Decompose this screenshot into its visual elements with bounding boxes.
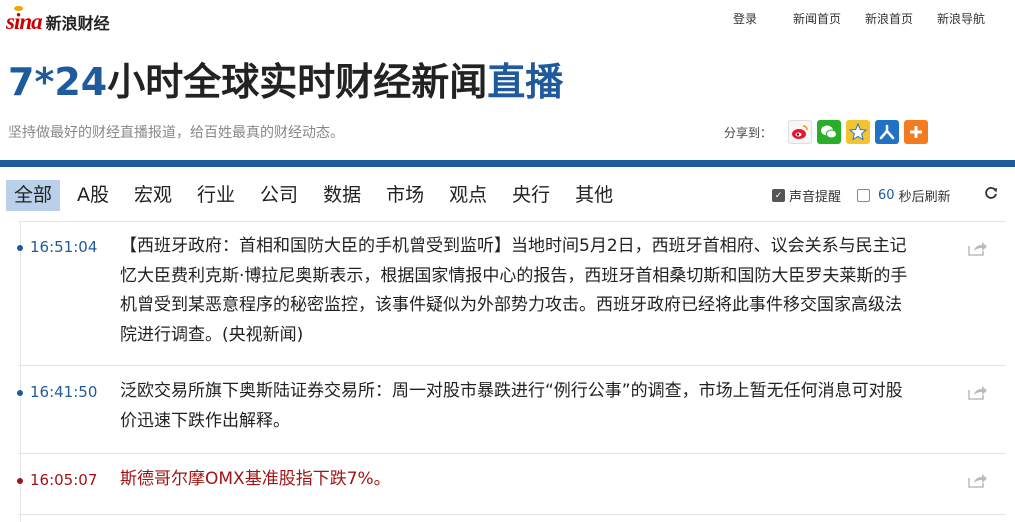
wechat-icon[interactable] (817, 120, 842, 144)
auto-refresh-checkbox[interactable] (857, 189, 871, 202)
logo-eye-icon (14, 6, 23, 11)
news-divider (18, 514, 1006, 515)
header-divider (0, 160, 1015, 167)
sound-alert-label: 声音提醒 (789, 190, 842, 205)
qzone-icon[interactable] (846, 120, 871, 144)
refresh-label: 秒后刷新 (898, 190, 951, 205)
news-home-link[interactable]: 新闻首页 (793, 10, 865, 27)
sina-nav-link[interactable]: 新浪导航 (937, 10, 1015, 27)
login-link[interactable]: 登录 (733, 10, 793, 27)
logo-cn-text: 新浪财经 (45, 14, 110, 33)
tab-market[interactable]: 市场 (378, 180, 432, 211)
tab-macro[interactable]: 宏观 (126, 180, 180, 211)
feed-top-divider (18, 221, 1006, 222)
top-links: 登录 新闻首页 新浪首页 新浪导航 (733, 10, 1015, 27)
sina-finance-logo[interactable]: sina 新浪财经 (6, 6, 110, 35)
tab-all[interactable]: 全部 (6, 180, 61, 211)
news-text: 泛欧交易所旗下奥斯陆证券交易所：周一对股市暴跌进行“例行公事”的调查，市场上暂无… (120, 381, 903, 431)
tab-other[interactable]: 其他 (567, 180, 621, 211)
timeline-dot (17, 478, 23, 484)
refresh-icon[interactable] (984, 186, 998, 204)
news-time: 16:41:50 (30, 383, 98, 401)
news-time: 16:51:04 (30, 238, 98, 256)
title-part-2: 小时全球实时财经新闻 (107, 60, 488, 104)
news-text: 斯德哥尔摩OMX基准股指下跌7%。 (120, 469, 391, 489)
feed-controls: ✓ 声音提醒 60 秒后刷新 (772, 186, 951, 205)
more-share-icon[interactable] (904, 120, 929, 144)
tab-opinion[interactable]: 观点 (441, 180, 495, 211)
refresh-seconds: 60 (878, 188, 895, 203)
timeline-dot (17, 390, 23, 396)
share-icon[interactable] (968, 240, 988, 256)
share-bar: 分享到： (724, 120, 933, 144)
renren-icon[interactable] (875, 120, 900, 144)
page-title: 7*24小时全球实时财经新闻直播 (8, 58, 563, 106)
news-text: 【西班牙政府：首相和国防大臣的手机曾受到监听】当地时间5月2日，西班牙首相府、议… (120, 236, 908, 345)
share-icon[interactable] (968, 472, 988, 488)
top-bar: sina 新浪财经 登录 新闻首页 新浪首页 新浪导航 (0, 0, 1015, 40)
news-time: 16:05:07 (30, 471, 98, 489)
weibo-icon[interactable] (788, 120, 813, 144)
tab-a-shares[interactable]: A股 (69, 180, 117, 211)
tab-industry[interactable]: 行业 (189, 180, 243, 211)
sound-alert-checkbox[interactable]: ✓ (772, 189, 785, 202)
news-divider (18, 453, 1006, 454)
title-part-3: 直播 (487, 60, 564, 104)
tab-central-bank[interactable]: 央行 (504, 180, 558, 211)
category-tabs: 全部 A股 宏观 行业 公司 数据 市场 观点 央行 其他 (6, 180, 630, 211)
title-part-1: 7*24 (8, 60, 108, 104)
tab-data[interactable]: 数据 (315, 180, 369, 211)
logo-wordmark: sina (6, 9, 43, 34)
timeline-dot (17, 245, 23, 251)
share-label: 分享到： (724, 125, 773, 140)
news-divider (18, 365, 1006, 366)
tab-company[interactable]: 公司 (252, 180, 306, 211)
slogan: 坚持做最好的财经直播报道，给百姓最真的财经动态。 (8, 125, 344, 141)
timeline-line (20, 222, 21, 522)
sina-home-link[interactable]: 新浪首页 (865, 10, 937, 27)
category-nav: 全部 A股 宏观 行业 公司 数据 市场 观点 央行 其他 ✓ 声音提醒 60 … (0, 180, 1015, 212)
share-icon[interactable] (968, 384, 988, 400)
